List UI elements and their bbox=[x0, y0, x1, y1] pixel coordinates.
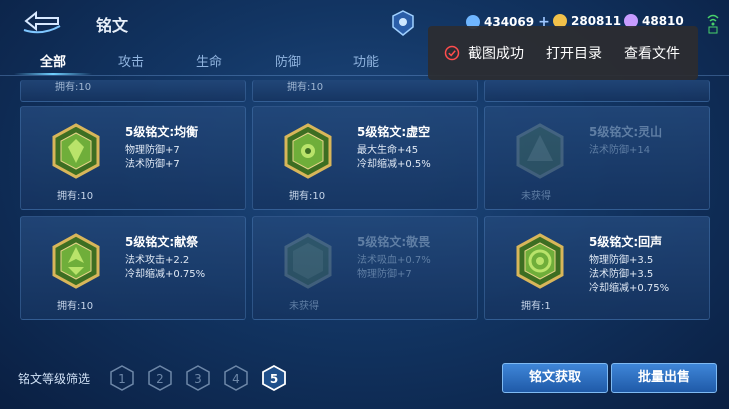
tab-function[interactable]: 功能 bbox=[353, 51, 379, 70]
level-filter-value: 1 bbox=[118, 372, 126, 386]
rune-card-partial[interactable]: 拥有:10 bbox=[20, 80, 246, 102]
level-filter-value: 3 bbox=[194, 372, 202, 386]
level-filter-2[interactable]: 2 bbox=[148, 365, 172, 391]
tab-health[interactable]: 生命 bbox=[196, 51, 222, 70]
owned-count: 拥有:10 bbox=[57, 191, 94, 202]
owned-count: 拥有:10 bbox=[287, 82, 324, 93]
rank-badge-icon[interactable] bbox=[392, 10, 414, 36]
screenshot-toast: 截图成功 打开目录 查看文件 bbox=[428, 26, 698, 80]
rune-emblem-icon bbox=[52, 233, 100, 289]
rune-card-partial[interactable] bbox=[484, 80, 710, 102]
tab-attack[interactable]: 攻击 bbox=[118, 51, 144, 70]
rune-stat: 物理防御+7 bbox=[357, 269, 412, 280]
level-filter-4[interactable]: 4 bbox=[224, 365, 248, 391]
rune-emblem-icon bbox=[516, 123, 564, 179]
wifi-signal-icon bbox=[707, 14, 719, 34]
level-filter-5-selected[interactable]: 5 bbox=[262, 365, 286, 391]
open-directory-link[interactable]: 打开目录 bbox=[546, 43, 602, 63]
back-arrow-icon[interactable] bbox=[20, 8, 64, 34]
rune-stat: 法术防御+3.5 bbox=[589, 269, 654, 280]
tab-defense[interactable]: 防御 bbox=[275, 51, 301, 70]
rune-emblem-icon bbox=[284, 233, 332, 289]
rune-stat: 法术吸血+0.7% bbox=[357, 255, 431, 266]
rune-card-partial[interactable]: 拥有:10 bbox=[252, 80, 478, 102]
level-filter-label: 铭文等级筛选 bbox=[18, 372, 91, 386]
rune-card[interactable]: 5级铭文:献祭 法术攻击+2.2 冷却缩减+0.75% 拥有:10 bbox=[20, 216, 246, 320]
rune-name: 5级铭文:敬畏 bbox=[357, 235, 431, 249]
rune-acquire-button[interactable]: 铭文获取 bbox=[502, 363, 608, 393]
rune-card-locked[interactable]: 5级铭文:敬畏 法术吸血+0.7% 物理防御+7 未获得 bbox=[252, 216, 478, 320]
level-filter-value: 5 bbox=[270, 372, 278, 386]
level-filter-value: 4 bbox=[232, 372, 240, 386]
rune-stat: 最大生命+45 bbox=[357, 145, 419, 156]
level-filter-1[interactable]: 1 bbox=[110, 365, 134, 391]
level-filter-value: 2 bbox=[156, 372, 164, 386]
rune-name: 5级铭文:灵山 bbox=[589, 125, 663, 139]
bulk-sell-button[interactable]: 批量出售 bbox=[611, 363, 717, 393]
rune-stat: 物理防御+3.5 bbox=[589, 255, 654, 266]
owned-count: 拥有:10 bbox=[57, 301, 94, 312]
rune-stat: 冷却缩减+0.75% bbox=[125, 269, 206, 280]
rune-stat: 法术防御+7 bbox=[125, 159, 180, 170]
rune-card[interactable]: 5级铭文:回声 物理防御+3.5 法术防御+3.5 冷却缩减+0.75% 拥有:… bbox=[484, 216, 710, 320]
owned-status: 未获得 bbox=[289, 301, 319, 312]
level-filter-3[interactable]: 3 bbox=[186, 365, 210, 391]
owned-count: 拥有:1 bbox=[521, 301, 551, 312]
rune-stat: 冷却缩减+0.5% bbox=[357, 159, 431, 170]
tab-all[interactable]: 全部 bbox=[40, 51, 66, 70]
rune-name: 5级铭文:献祭 bbox=[125, 235, 199, 249]
rune-emblem-icon bbox=[516, 233, 564, 289]
rune-card[interactable]: 5级铭文:虚空 最大生命+45 冷却缩减+0.5% 拥有:10 bbox=[252, 106, 478, 210]
check-circle-icon bbox=[444, 45, 460, 61]
rune-stat: 法术攻击+2.2 bbox=[125, 255, 190, 266]
toast-message: 截图成功 bbox=[468, 46, 524, 62]
rune-emblem-icon bbox=[284, 123, 332, 179]
owned-count: 拥有:10 bbox=[55, 82, 92, 93]
rune-card[interactable]: 5级铭文:均衡 物理防御+7 法术防御+7 拥有:10 bbox=[20, 106, 246, 210]
rune-card-locked[interactable]: 5级铭文:灵山 法术防御+14 未获得 bbox=[484, 106, 710, 210]
owned-status: 未获得 bbox=[521, 191, 551, 202]
rune-stat: 法术防御+14 bbox=[589, 145, 651, 156]
rune-name: 5级铭文:回声 bbox=[589, 235, 663, 249]
rune-stat: 物理防御+7 bbox=[125, 145, 180, 156]
rune-stat: 冷却缩减+0.75% bbox=[589, 283, 670, 294]
page-title: 铭文 bbox=[96, 16, 129, 35]
rune-name: 5级铭文:均衡 bbox=[125, 125, 199, 139]
view-file-link[interactable]: 查看文件 bbox=[624, 43, 680, 63]
rune-name: 5级铭文:虚空 bbox=[357, 125, 431, 139]
rune-emblem-icon bbox=[52, 123, 100, 179]
owned-count: 拥有:10 bbox=[289, 191, 326, 202]
